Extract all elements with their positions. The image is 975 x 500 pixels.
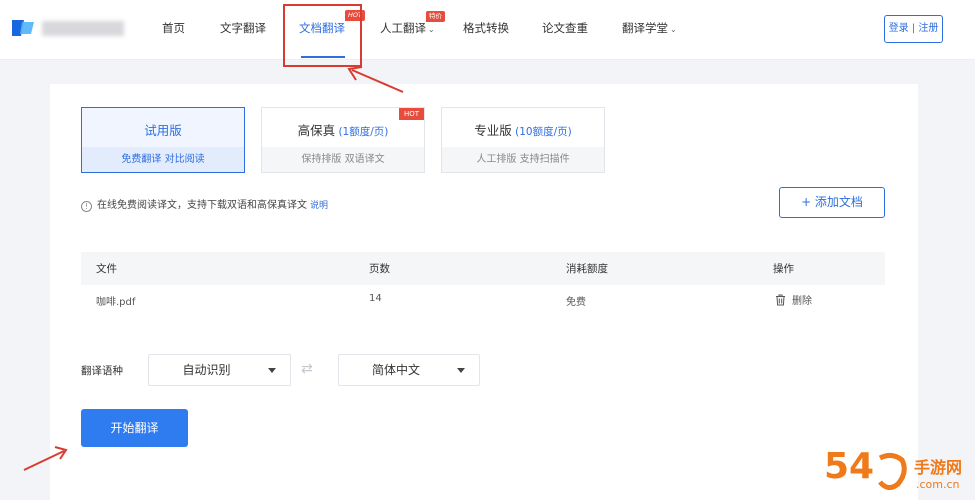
plan-hf-name: 高保真 [297,123,336,138]
chevron-down-icon: ⌄ [428,25,435,34]
logo-mark-icon [12,20,34,36]
start-translate-button[interactable]: 开始翻译 [81,409,188,447]
site-watermark: 54 手游网 .com.cn [822,446,975,500]
plan-pro-quota: (10额度/页) [511,126,572,138]
watermark-logo-icon [878,452,907,490]
trash-icon [776,294,785,306]
swap-arrows-icon[interactable]: ⇄ [301,361,313,377]
caret-down-icon [268,368,276,373]
row-file-name: 咖啡.pdf [96,297,136,308]
nav-academy-label: 翻译学堂 [622,21,668,35]
chevron-down-icon: ⌄ [670,25,677,34]
nav-text-translate[interactable]: 文字翻译 [220,20,266,36]
logo-text-blurred [42,21,124,36]
plan-trial-title: 试用版 [82,120,244,139]
plan-pro-name: 专业版 [474,123,512,138]
plan-high-fidelity[interactable]: 高保真 (1额度/页) 保持排版 双语译文 HOT [261,107,425,173]
row-delete-label: 删除 [792,296,812,307]
nav-translate-academy[interactable]: 翻译学堂 ⌄ [622,20,677,38]
col-header-file: 文件 [96,263,117,275]
plan-hf-title: 高保真 (1额度/页) [262,120,424,139]
top-header: 首页 文字翻译 文档翻译 HOT 人工翻译 ⌄ 特价 格式转换 论文查重 翻译学堂… [0,0,975,60]
watermark-main: 54 [824,446,875,487]
site-logo[interactable] [10,18,124,38]
col-header-action: 操作 [773,263,794,275]
nav-human-translate-label: 人工翻译 [380,21,426,35]
target-language-select[interactable]: 简体中文 [338,354,480,386]
row-delete-button[interactable]: 删除 [775,292,812,307]
info-explain-link[interactable]: 说明 [310,201,328,211]
info-text: 在线免费阅读译文，支持下载双语和高保真译文 [97,200,307,211]
plan-hf-desc: 保持排版 双语译文 [262,147,424,172]
plan-trial[interactable]: 试用版 免费翻译 对比阅读 [81,107,245,173]
file-table-header [81,252,885,285]
row-cost: 免费 [566,297,586,308]
plan-trial-desc: 免费翻译 对比阅读 [82,147,244,172]
watermark-side: 手游网 [914,458,963,477]
nav-home[interactable]: 首页 [162,20,185,36]
nav-plagiarism-check[interactable]: 论文查重 [542,20,588,36]
watermark-url: .com.cn [916,478,960,491]
info-line: ! 在线免费阅读译文，支持下载双语和高保真译文 说明 [81,196,328,212]
plan-pro-desc: 人工排版 支持扫描件 [442,147,604,172]
add-document-button[interactable]: + 添加文档 [779,187,885,218]
plan-hot-tag: HOT [398,108,424,120]
info-icon: ! [81,201,92,212]
nav-special-tag: 特价 [426,11,445,22]
plan-professional[interactable]: 专业版 (10额度/页) 人工排版 支持扫描件 [441,107,605,173]
target-language-value: 简体中文 [371,363,420,377]
annotation-highlight-box [283,4,362,67]
plan-pro-title: 专业版 (10额度/页) [442,120,604,139]
source-language-select[interactable]: 自动识别 [148,354,291,386]
plan-hf-quota: (1额度/页) [335,126,389,138]
language-label: 翻译语种 [81,365,123,377]
login-register-button[interactable]: 登录 | 注册 [884,15,943,43]
nav-format-convert[interactable]: 格式转换 [463,20,509,36]
plan-trial-name: 试用版 [144,123,182,138]
row-pages: 14 [369,293,382,304]
col-header-cost: 消耗额度 [566,263,608,275]
col-header-pages: 页数 [369,263,390,275]
nav-human-translate[interactable]: 人工翻译 ⌄ [380,20,435,38]
source-language-value: 自动识别 [182,363,231,377]
caret-down-icon [457,368,465,373]
